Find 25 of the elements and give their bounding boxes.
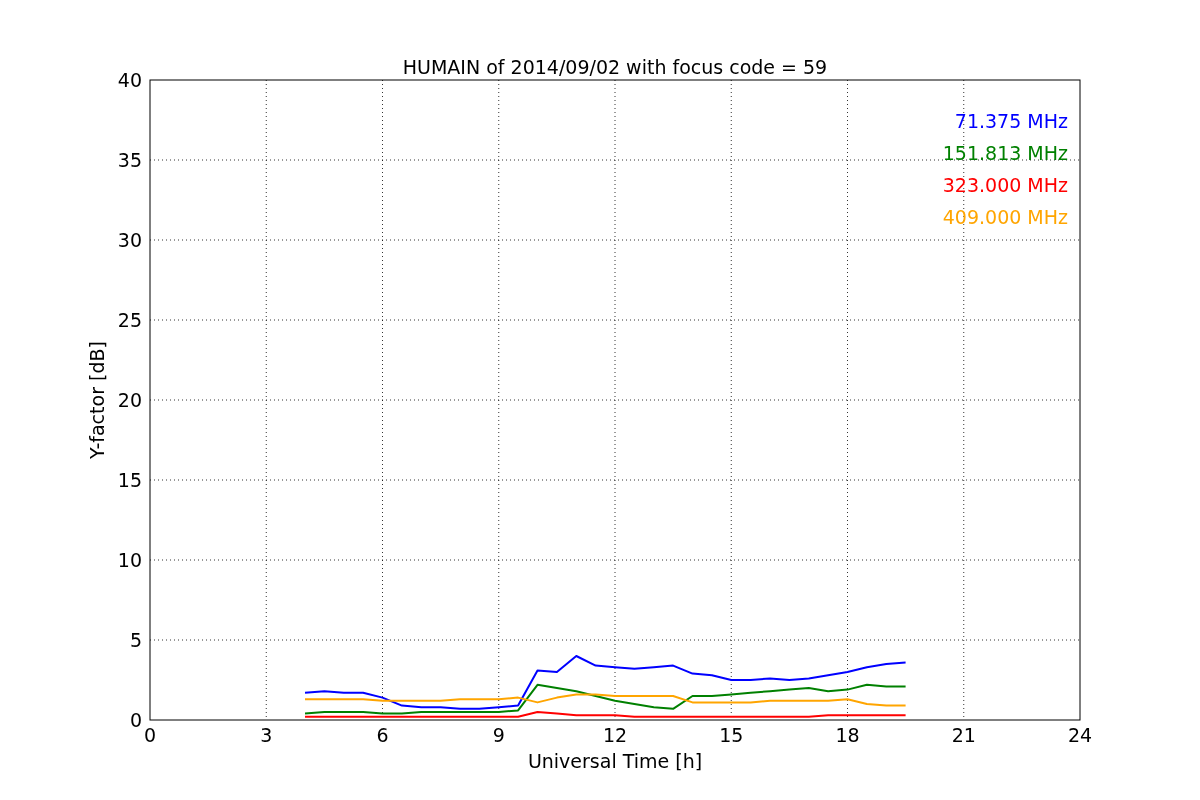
x-tick-label: 18: [835, 724, 860, 746]
y-tick-label: 35: [117, 149, 142, 171]
y-tick-label: 25: [117, 309, 142, 331]
legend-label: 151.813 MHz: [942, 142, 1068, 164]
y-tick-label: 10: [117, 549, 142, 571]
legend-label: 409.000 MHz: [942, 206, 1068, 228]
x-tick-label: 6: [376, 724, 389, 746]
x-tick-label: 0: [143, 724, 157, 746]
x-tick-label: 15: [719, 724, 744, 746]
legend-label: 323.000 MHz: [942, 174, 1068, 196]
x-axis-label: Universal Time [h]: [527, 750, 703, 772]
x-tick-label: 12: [602, 724, 628, 746]
x-tick-label: 21: [951, 724, 976, 746]
y-tick-label: 0: [129, 709, 142, 731]
y-tick-label: 15: [117, 469, 142, 491]
y-tick-label: 40: [117, 69, 142, 91]
x-tick-label: 9: [492, 724, 505, 746]
chart-title: HUMAIN of 2014/09/02 with focus code = 59: [402, 56, 828, 78]
y-tick-label: 5: [129, 629, 142, 651]
y-tick-label: 20: [117, 389, 142, 411]
y-axis-label: Y-factor [dB]: [86, 341, 108, 459]
y-tick-label: 30: [117, 229, 142, 251]
x-tick-label: 24: [1067, 724, 1093, 746]
legend-label: 71.375 MHz: [954, 110, 1068, 132]
x-tick-label: 3: [260, 724, 273, 746]
